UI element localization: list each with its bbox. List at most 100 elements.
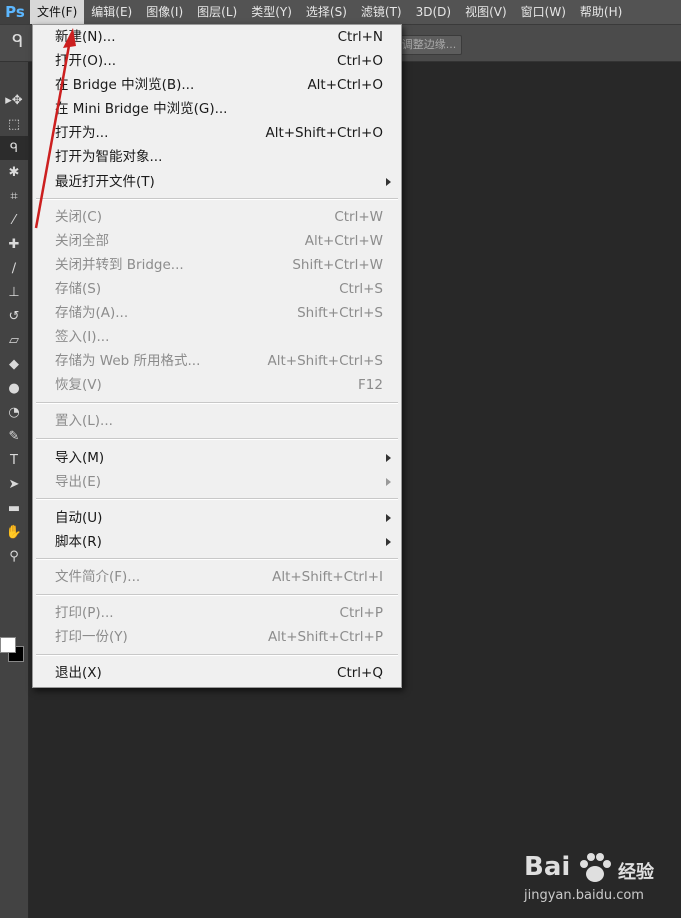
file-menu-item-shortcut: Ctrl+Q [337,665,383,681]
rectangle-icon[interactable]: ▬ [0,496,28,520]
file-menu-item-shortcut: Shift+Ctrl+S [297,305,383,321]
menu-9[interactable]: 窗口(W) [514,0,573,24]
magic-wand-icon[interactable]: ✱ [0,160,28,184]
file-menu-item-label: 关闭并转到 Bridge... [55,257,184,273]
file-menu-item[interactable]: 打印(P)... Ctrl+P [33,601,401,625]
file-menu-dropdown: 新建(N)... Ctrl+N 打开(O)... Ctrl+O 在 Bridge 中浏览… [32,24,402,688]
move-icon[interactable]: ▸✥ [0,88,28,112]
menu-bar-items: 文件(F) 编辑(E) 图像(I) 图层(L) 类型(Y) 选择(S) 滤镜(T) 3D(D)… [30,0,629,24]
file-menu-item-label: 恢复(V) [55,377,102,393]
file-menu-item-shortcut: Ctrl+W [334,209,383,225]
clone-stamp-icon[interactable]: ⊥ [0,280,28,304]
history-brush-icon[interactable]: ↺ [0,304,28,328]
menu-5[interactable]: 选择(S) [299,0,354,24]
menu-1[interactable]: 编辑(E) [84,0,139,24]
file-menu-item[interactable]: 签入(I)... [33,325,401,349]
file-menu-item[interactable]: 在 Mini Bridge 中浏览(G)... [33,97,401,121]
file-menu-item[interactable]: 打印一份(Y) Alt+Shift+Ctrl+P [33,625,401,649]
file-menu-item-shortcut: Ctrl+P [339,605,383,621]
file-menu-item[interactable]: 文件简介(F)... Alt+Shift+Ctrl+I [33,565,401,589]
submenu-arrow-icon [386,454,391,462]
paint-bucket-icon[interactable]: ◆ [0,352,28,376]
marquee-icon[interactable]: ⬚ [0,112,28,136]
file-menu-item-label: 打开为... [55,125,109,141]
file-menu-item-shortcut: Alt+Ctrl+O [307,77,383,93]
file-menu-item-label: 签入(I)... [55,329,110,345]
menu-0[interactable]: 文件(F) [30,0,85,24]
menu-6[interactable]: 滤镜(T) [354,0,409,24]
file-menu-item-label: 置入(L)... [55,413,113,429]
file-menu-item[interactable]: 脚本(R) [33,530,401,554]
eraser-icon[interactable]: ▱ [0,328,28,352]
menu-separator [36,438,398,440]
file-menu-item-label: 打印一份(Y) [55,629,128,645]
menu-separator [36,594,398,596]
file-menu-item[interactable]: 存储为 Web 所用格式... Alt+Shift+Ctrl+S [33,349,401,373]
lasso-tool-preset-icon[interactable]: ᑫ [12,31,23,52]
file-menu-item-label: 存储为(A)... [55,305,129,321]
file-menu-item-label: 在 Bridge 中浏览(B)... [55,77,195,93]
photoshop-logo: Ps [0,0,30,24]
blur-icon[interactable]: ● [0,376,28,400]
menu-10[interactable]: 帮助(H) [573,0,629,24]
submenu-arrow-icon [386,478,391,486]
menu-2[interactable]: 图像(I) [139,0,190,24]
type-icon[interactable]: T [0,448,28,472]
file-menu-item[interactable]: 打开为... Alt+Shift+Ctrl+O [33,121,401,145]
menu-bar: Ps 文件(F) 编辑(E) 图像(I) 图层(L) 类型(Y) 选择(S) 滤镜(T) 3D… [0,0,681,25]
file-menu-item-shortcut: Shift+Ctrl+W [292,257,383,273]
dodge-icon[interactable]: ◔ [0,400,28,424]
file-menu-item[interactable]: 最近打开文件(T) [33,170,401,194]
zoom-icon[interactable]: ⚲ [0,544,28,568]
brush-icon[interactable]: ∕ [0,256,28,280]
file-menu-item[interactable]: 在 Bridge 中浏览(B)... Alt+Ctrl+O [33,73,401,97]
file-menu-item[interactable]: 存储(S) Ctrl+S [33,277,401,301]
hand-icon[interactable]: ✋ [0,520,28,544]
file-menu-item[interactable]: 恢复(V) F12 [33,373,401,397]
file-menu-item[interactable]: 新建(N)... Ctrl+N [33,25,401,49]
file-menu-item-label: 存储为 Web 所用格式... [55,353,201,369]
file-menu-item-label: 关闭(C) [55,209,102,225]
lasso-icon[interactable]: ᑫ [0,136,28,160]
foreground-color-swatch[interactable] [0,637,16,653]
file-menu-item[interactable]: 导入(M) [33,446,401,470]
file-menu-item-label: 自动(U) [55,510,103,526]
file-menu-item[interactable]: 退出(X) Ctrl+Q [33,661,401,685]
refine-edge-button[interactable]: 调整边缘... [396,35,462,55]
file-menu-item[interactable]: 自动(U) [33,506,401,530]
path-selection-icon[interactable]: ➤ [0,472,28,496]
pen-icon[interactable]: ✎ [0,424,28,448]
healing-brush-icon[interactable]: ✚ [0,232,28,256]
submenu-arrow-icon [386,514,391,522]
menu-7[interactable]: 3D(D) [409,0,458,24]
menu-separator [36,498,398,500]
file-menu-item[interactable]: 存储为(A)... Shift+Ctrl+S [33,301,401,325]
eyedropper-icon[interactable]: ⁄ [0,208,28,232]
file-menu-item[interactable]: 打开(O)... Ctrl+O [33,49,401,73]
file-menu-item-shortcut: Alt+Shift+Ctrl+I [272,569,383,585]
file-menu-item[interactable]: 关闭(C) Ctrl+W [33,205,401,229]
menu-separator [36,198,398,200]
file-menu-item-label: 文件简介(F)... [55,569,141,585]
file-menu-item-label: 导入(M) [55,450,105,466]
file-menu-item-shortcut: Ctrl+O [337,53,383,69]
file-menu-item-label: 退出(X) [55,665,102,681]
watermark-brand: Bai [524,852,571,882]
menu-separator [36,402,398,404]
file-menu-item[interactable]: 置入(L)... [33,409,401,433]
file-menu-item[interactable]: 关闭并转到 Bridge... Shift+Ctrl+W [33,253,401,277]
paw-icon [580,853,611,882]
file-menu-item-label: 脚本(R) [55,534,102,550]
file-menu-item-label: 打开(O)... [55,53,117,69]
file-menu-item-shortcut: Ctrl+S [339,281,383,297]
file-menu-item-shortcut: Alt+Shift+Ctrl+S [267,353,384,369]
crop-icon[interactable]: ⌗ [0,184,28,208]
menu-8[interactable]: 视图(V) [458,0,514,24]
menu-4[interactable]: 类型(Y) [244,0,299,24]
menu-3[interactable]: 图层(L) [190,0,244,24]
file-menu-item-shortcut: F12 [358,377,383,393]
file-menu-item[interactable]: 打开为智能对象... [33,145,401,169]
file-menu-item[interactable]: 关闭全部 Alt+Ctrl+W [33,229,401,253]
file-menu-item[interactable]: 导出(E) [33,470,401,494]
watermark-url: jingyan.baidu.com [524,888,644,903]
